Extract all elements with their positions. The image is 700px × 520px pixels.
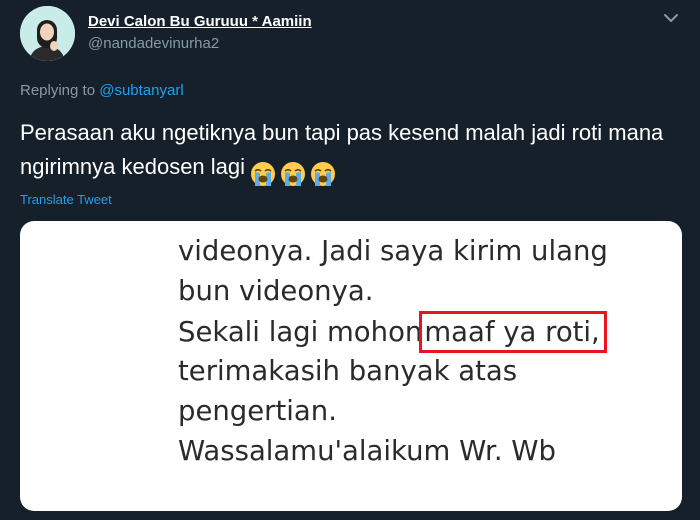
media-line: Wassalamu'alaikum Wr. Wb	[178, 435, 556, 467]
author-handle[interactable]: @nandadevinurha2	[88, 35, 219, 52]
tweet-text: Perasaan aku ngetiknya bun tapi pas kese…	[20, 116, 685, 190]
loudly-crying-face-icon	[279, 160, 307, 188]
loudly-crying-face-icon	[309, 160, 337, 188]
translate-tweet-link[interactable]: Translate Tweet	[20, 192, 112, 207]
emoji-group	[249, 156, 339, 190]
reply-mention-link[interactable]: @subtanyarl	[99, 82, 183, 99]
media-line: videonya. Jadi saya kirim ulang	[178, 235, 608, 267]
media-line: terimakasih banyak atas	[178, 355, 518, 387]
replying-to: Replying to @subtanyarl	[20, 82, 184, 99]
screenshot-text: videonya. Jadi saya kirim ulang bun vide…	[178, 231, 608, 471]
avatar[interactable]	[20, 6, 75, 61]
media-line: Sekali lagi mohonmaaf ya roti,	[178, 311, 608, 353]
tweet-body: Perasaan aku ngetiknya bun tapi pas kese…	[20, 120, 664, 179]
highlight-box: maaf ya roti,	[419, 311, 607, 353]
loudly-crying-face-icon	[249, 160, 277, 188]
replying-to-label: Replying to	[20, 82, 96, 99]
media-line-text: Sekali lagi mohon	[178, 316, 423, 348]
media-line: pengertian.	[178, 395, 337, 427]
chevron-down-icon[interactable]	[661, 10, 681, 26]
tweet-media-image[interactable]: videonya. Jadi saya kirim ulang bun vide…	[20, 221, 682, 511]
author-display-name[interactable]: Devi Calon Bu Guruuu * Aamiin	[88, 13, 312, 30]
media-line: bun videonya.	[178, 275, 374, 307]
